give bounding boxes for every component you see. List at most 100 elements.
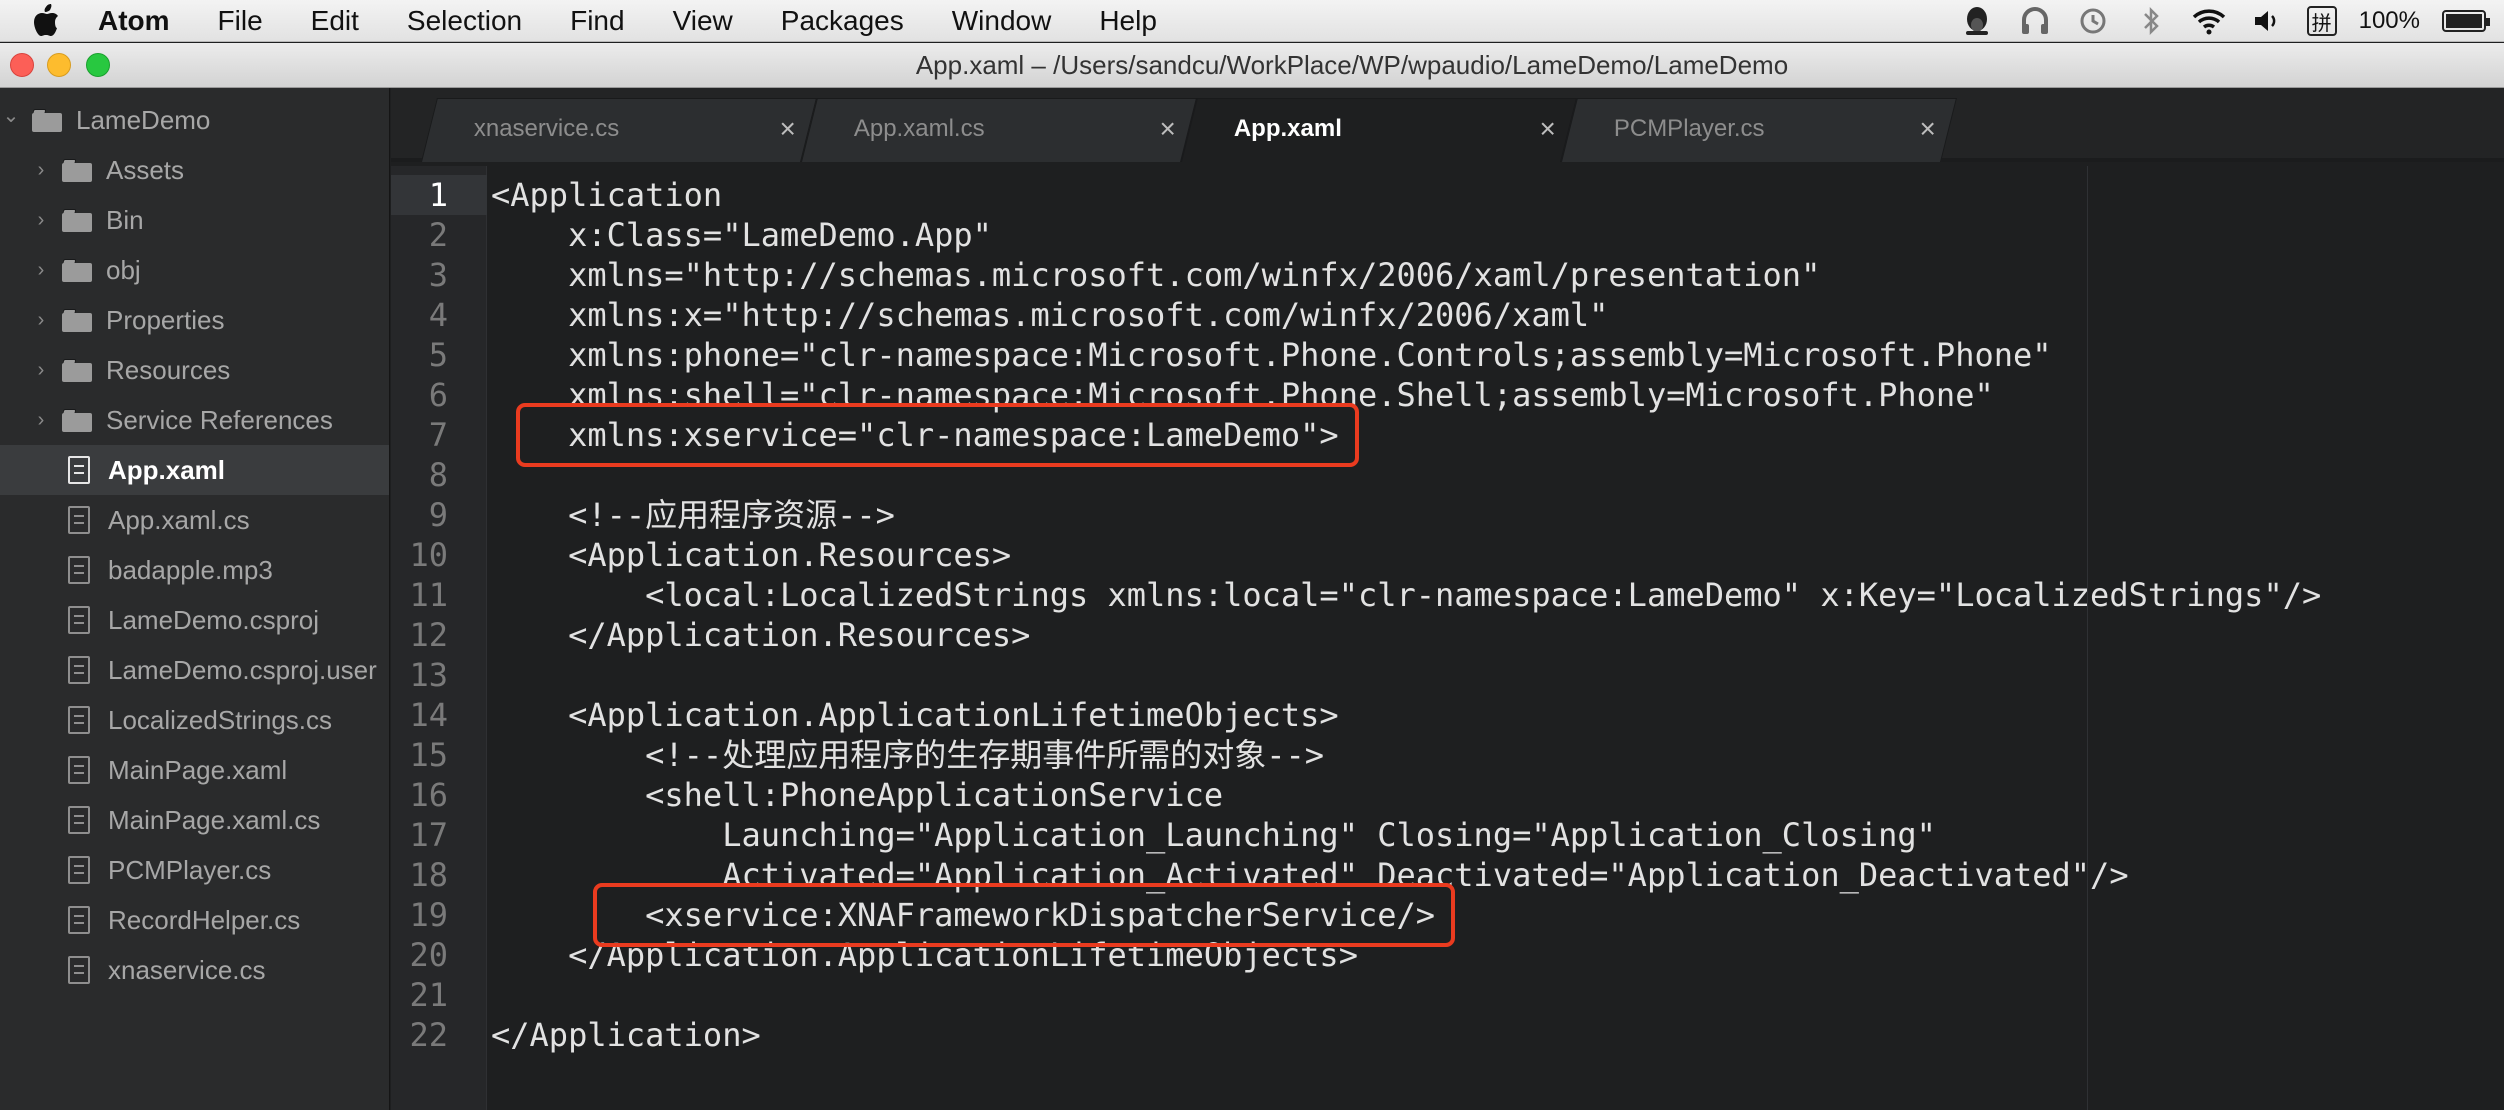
file-item-localizedstrings-cs[interactable]: LocalizedStrings.cs — [0, 695, 389, 745]
code-line[interactable]: xmlns:phone="clr-namespace:Microsoft.Pho… — [491, 335, 2051, 375]
battery-icon[interactable] — [2442, 10, 2490, 32]
line-number: 1 — [428, 176, 448, 214]
qq-penguin-icon[interactable] — [1959, 3, 1995, 39]
line-number: 19 — [409, 896, 448, 934]
folder-icon — [32, 108, 62, 132]
tab-label: App.xaml.cs — [853, 115, 985, 142]
wifi-icon[interactable] — [2191, 3, 2227, 39]
line-number: 14 — [409, 696, 448, 734]
file-icon — [68, 756, 90, 784]
tree-item-label: Bin — [106, 204, 144, 235]
file-icon — [68, 456, 90, 484]
tab-app-xaml-cs[interactable]: App.xaml.cs × — [801, 98, 1197, 162]
menu-view[interactable]: View — [649, 0, 757, 42]
code-line[interactable]: Launching="Application_Launching" Closin… — [491, 815, 1936, 855]
file-item-mainpage-xaml[interactable]: MainPage.xaml — [0, 745, 389, 795]
folder-item-bin[interactable]: › Bin — [0, 195, 389, 245]
close-tab-icon[interactable]: × — [1159, 113, 1175, 145]
file-item-mainpage-xaml-cs[interactable]: MainPage.xaml.cs — [0, 795, 389, 845]
file-item-xnaservice-cs[interactable]: xnaservice.cs — [0, 945, 389, 995]
folder-icon — [62, 208, 92, 232]
file-item-app-xaml[interactable]: App.xaml — [0, 445, 389, 495]
chevron-right-icon[interactable]: › — [30, 159, 52, 182]
tab-xnaservice-cs[interactable]: xnaservice.cs × — [421, 98, 817, 162]
file-icon — [68, 706, 90, 734]
code-line[interactable]: <local:LocalizedStrings xmlns:local="clr… — [491, 575, 2321, 615]
tree-item-label: LameDemo.csproj.user — [108, 654, 377, 685]
chevron-right-icon[interactable]: › — [30, 359, 52, 382]
line-number: 9 — [428, 496, 448, 534]
code-line[interactable]: </Application> — [491, 1015, 761, 1055]
folder-item-lamedemo[interactable]: ⌄ LameDemo — [0, 95, 389, 145]
folder-item-properties[interactable]: › Properties — [0, 295, 389, 345]
line-number: 11 — [409, 576, 448, 614]
file-item-recordhelper-cs[interactable]: RecordHelper.cs — [0, 895, 389, 945]
volume-icon[interactable] — [2249, 3, 2285, 39]
code-line[interactable]: x:Class="LameDemo.App" — [491, 215, 992, 255]
code-line[interactable]: <!--应用程序资源--> — [491, 495, 895, 535]
close-tab-icon[interactable]: × — [779, 113, 795, 145]
tab-bar: xnaservice.cs × App.xaml.cs × App.xaml × PCMPl… — [391, 88, 2504, 162]
menu-packages[interactable]: Packages — [757, 0, 928, 42]
folder-item-service-references[interactable]: › Service References — [0, 395, 389, 445]
menu-bar: Atom File Edit Selection Find View Packa… — [0, 0, 2504, 42]
tab-pcmplayer-cs[interactable]: PCMPlayer.cs × — [1561, 98, 1957, 162]
line-number: 7 — [428, 416, 448, 454]
tab-label: PCMPlayer.cs — [1613, 115, 1765, 142]
folder-item-resources[interactable]: › Resources — [0, 345, 389, 395]
menu-help[interactable]: Help — [1075, 0, 1181, 42]
tree-item-label: LameDemo — [76, 104, 211, 135]
tree-item-label: Service References — [106, 404, 333, 435]
file-item-app-xaml-cs[interactable]: App.xaml.cs — [0, 495, 389, 545]
folder-item-assets[interactable]: › Assets — [0, 145, 389, 195]
file-item-lamedemo-csproj[interactable]: LameDemo.csproj — [0, 595, 389, 645]
status-area: 拼 100% — [1959, 0, 2490, 42]
time-machine-icon[interactable] — [2075, 3, 2111, 39]
code-editor[interactable]: 1 2 3 4 5 6 7 8 9 10 11 12 13 14 15 16 17 18 19 20 21 22 <App… — [391, 166, 2504, 1110]
code-line[interactable]: </Application.Resources> — [491, 615, 1030, 655]
tab-label: xnaservice.cs — [473, 115, 620, 142]
headphones-icon[interactable] — [2017, 3, 2053, 39]
chevron-right-icon[interactable]: › — [30, 259, 52, 282]
input-method-icon[interactable]: 拼 — [2306, 6, 2337, 36]
file-item-lamedemo-csproj-user[interactable]: LameDemo.csproj.user — [0, 645, 389, 695]
apple-menu-icon[interactable] — [26, 0, 66, 42]
menu-file[interactable]: File — [194, 0, 287, 42]
line-number: 4 — [428, 296, 448, 334]
close-tab-icon[interactable]: × — [1539, 113, 1555, 145]
code-line[interactable]: xmlns="http://schemas.microsoft.com/winf… — [491, 255, 1820, 295]
code-line[interactable]: xmlns:x="http://schemas.microsoft.com/wi… — [491, 295, 1608, 335]
tree-item-label: LocalizedStrings.cs — [108, 704, 332, 735]
chevron-right-icon[interactable]: › — [30, 309, 52, 332]
line-number: 8 — [428, 456, 448, 494]
tab-label: App.xaml — [1233, 115, 1342, 142]
menu-window[interactable]: Window — [928, 0, 1076, 42]
tree-item-label: Properties — [106, 304, 225, 335]
code-line[interactable]: <Application — [491, 175, 722, 215]
code-line[interactable]: <Application.Resources> — [491, 535, 1011, 575]
window-title: App.xaml – /Users/sandcu/WorkPlace/WP/wp… — [915, 50, 1789, 80]
code-line[interactable]: <shell:PhoneApplicationService — [491, 775, 1223, 815]
app-menu-atom[interactable]: Atom — [90, 0, 194, 42]
folder-item-obj[interactable]: › obj — [0, 245, 389, 295]
bluetooth-icon[interactable] — [2133, 3, 2169, 39]
file-icon — [68, 906, 90, 934]
menu-edit[interactable]: Edit — [287, 0, 383, 42]
code-line[interactable]: <!--处理应用程序的生存期事件所需的对象--> — [491, 735, 1324, 775]
tab-app-xaml[interactable]: App.xaml × — [1181, 98, 1577, 162]
code-line[interactable]: <Application.ApplicationLifetimeObjects> — [491, 695, 1339, 735]
line-number: 2 — [428, 216, 448, 254]
chevron-right-icon[interactable]: › — [30, 409, 52, 432]
menu-find[interactable]: Find — [546, 0, 648, 42]
file-item-pcmplayer-cs[interactable]: PCMPlayer.cs — [0, 845, 389, 895]
close-tab-icon[interactable]: × — [1919, 113, 1935, 145]
chevron-down-icon[interactable]: ⌄ — [0, 103, 22, 128]
file-icon — [68, 956, 90, 984]
menu-selection[interactable]: Selection — [383, 0, 546, 42]
line-number: 12 — [409, 616, 448, 654]
tree-item-label: obj — [106, 254, 141, 285]
chevron-right-icon[interactable]: › — [30, 209, 52, 232]
line-number: 16 — [409, 776, 448, 814]
file-item-badapple-mp3[interactable]: badapple.mp3 — [0, 545, 389, 595]
tab-content: App.xaml × — [1190, 99, 1568, 162]
